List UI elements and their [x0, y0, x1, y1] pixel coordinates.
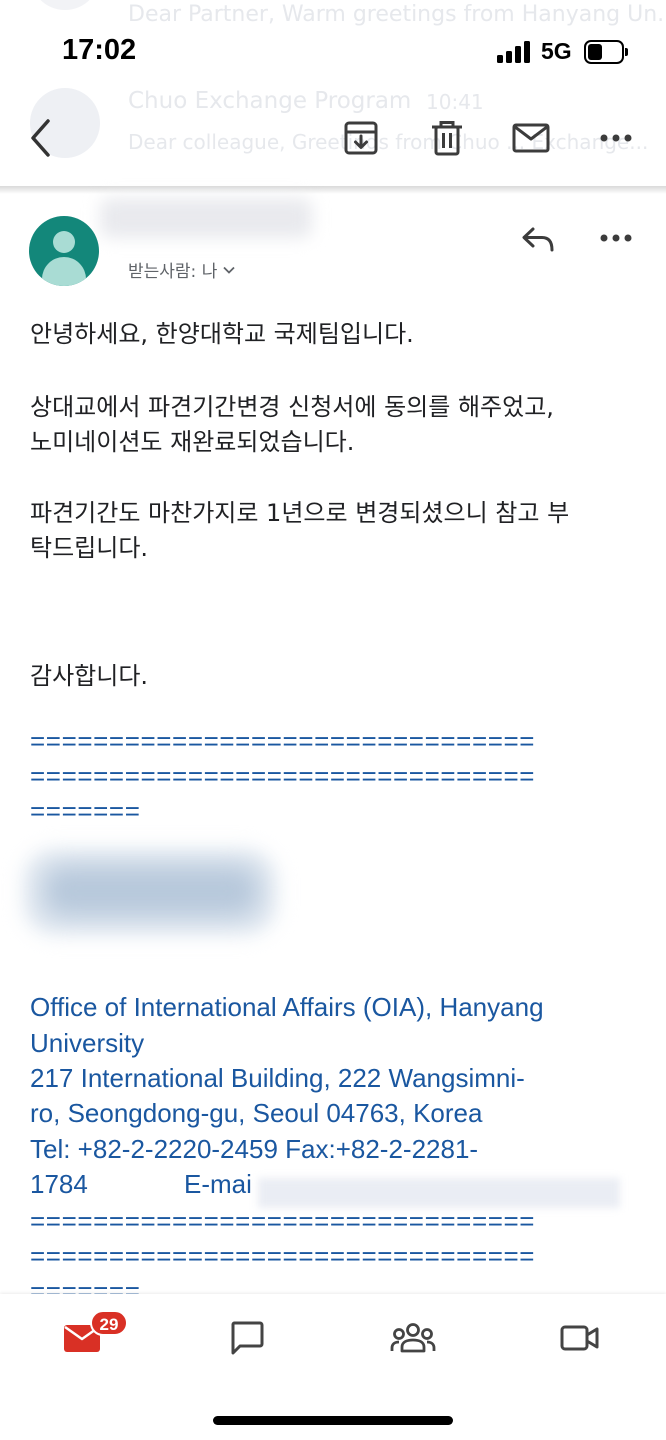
redacted-signature-name-core [44, 866, 258, 916]
signature-phone-link[interactable]: Tel: +82-2-2220-2459 Fax:+82-2-2281- [30, 1134, 478, 1165]
body-paragraph-line: 노미네이션도 재완료되었습니다. [30, 428, 355, 456]
archive-icon [344, 121, 378, 155]
message-toolbar [0, 96, 666, 186]
back-button[interactable] [20, 116, 60, 160]
body-paragraph-line: 파견기간도 마찬가지로 1년으로 변경되셨으니 참고 부 [30, 499, 570, 527]
recipients-toggle[interactable]: 받는사람: 나 [128, 257, 235, 282]
battery-icon [584, 40, 628, 64]
body-paragraph-line: 상대교에서 파견기간변경 신청서에 동의를 해주었고, [30, 393, 554, 421]
chevron-down-icon [223, 266, 235, 274]
mark-unread-button[interactable] [508, 118, 554, 158]
redacted-email [258, 1178, 620, 1208]
body-paragraph-line: 탁드립니다. [30, 534, 149, 562]
cellular-signal-icon [497, 41, 533, 63]
network-type: 5G [541, 38, 572, 64]
recipients-label: 받는사람: 나 [128, 262, 218, 282]
more-options-button[interactable] [596, 124, 636, 152]
body-greeting: 안녕하세요, 한양대학교 국제팀입니다. [30, 320, 414, 348]
reply-button[interactable] [518, 222, 558, 256]
reply-icon [522, 227, 554, 252]
redacted-sender-name [100, 198, 312, 238]
meet-icon [560, 1325, 599, 1351]
background-preview-1: Dear Partner, Warm greetings from Hanyan… [128, 2, 666, 27]
sender-avatar[interactable] [29, 216, 99, 286]
header-divider [0, 186, 666, 194]
background-avatar [30, 0, 100, 10]
signature-address-link[interactable]: ro, Seongdong-gu, Seoul 04763, Korea [30, 1098, 482, 1129]
signature-divider: ================================ [30, 761, 536, 791]
signature-fax-link[interactable]: 1784 [30, 1169, 88, 1200]
signature-divider: ======= [30, 796, 141, 826]
more-horizontal-icon [600, 134, 632, 142]
signature-line: Office of International Affairs (OIA), H… [30, 992, 544, 1022]
signature-divider: ================================ [30, 726, 536, 756]
trash-icon [432, 121, 462, 156]
delete-button[interactable] [424, 118, 470, 158]
signature-line: University [30, 1028, 145, 1058]
signature-email-label: E-mai [184, 1169, 252, 1199]
nav-chat[interactable] [217, 1314, 277, 1362]
status-time: 17:02 [62, 34, 137, 66]
nav-spaces[interactable] [383, 1314, 443, 1362]
body-closing: 감사합니다. [30, 662, 149, 690]
message-more-button[interactable] [596, 226, 636, 250]
more-horizontal-icon [600, 234, 632, 242]
chat-icon [231, 1321, 264, 1355]
signature-address-link[interactable]: 217 International Building, 222 Wangsimn… [30, 1063, 525, 1094]
chevron-left-icon [31, 119, 50, 157]
mail-badge: 29 [90, 1310, 128, 1336]
signature-divider: ================================ [30, 1206, 536, 1236]
signature-divider: ================================ [30, 1241, 536, 1271]
nav-meet[interactable] [550, 1314, 610, 1362]
spaces-icon [390, 1323, 436, 1353]
home-indicator [213, 1416, 453, 1425]
archive-button[interactable] [338, 118, 384, 158]
envelope-icon [512, 123, 550, 153]
